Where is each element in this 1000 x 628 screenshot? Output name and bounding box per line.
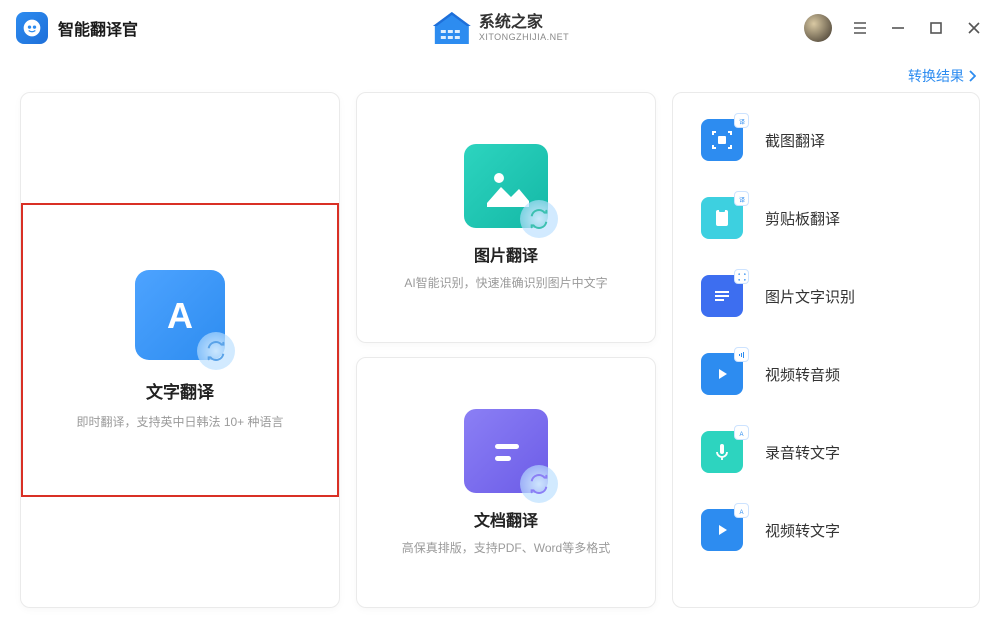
badge-icon: A xyxy=(734,503,749,518)
document-translation-title: 文档翻译 xyxy=(474,507,538,531)
ocr-icon xyxy=(701,275,743,317)
badge-icon xyxy=(734,347,749,362)
clipboard-icon: 译 xyxy=(701,197,743,239)
chevron-right-icon xyxy=(968,70,976,82)
document-translation-icon-wrap xyxy=(464,409,548,493)
side-item-label: 图片文字识别 xyxy=(765,286,855,307)
brand-sub-text: XITONGZHIJIA.NET xyxy=(479,32,569,42)
text-translation-card[interactable]: A 文字翻译 即时翻译，支持英中日韩法 10+ 种语言 xyxy=(20,92,340,608)
svg-text:译: 译 xyxy=(739,118,745,125)
side-item-label: 视频转文字 xyxy=(765,520,840,541)
user-avatar[interactable] xyxy=(804,14,832,42)
swap-icon xyxy=(520,465,558,503)
text-translation-title: 文字翻译 xyxy=(146,378,214,403)
title-bar: 智能翻译官 系统之家 XITONGZHIJIA.NET xyxy=(0,0,1000,56)
badge-icon: 译 xyxy=(734,113,749,128)
maximize-button[interactable] xyxy=(926,18,946,38)
image-translation-card[interactable]: 图片翻译 AI智能识别，快速准确识别图片中文字 xyxy=(356,92,656,343)
svg-text:A: A xyxy=(739,432,743,437)
brand-main-text: 系统之家 xyxy=(479,14,569,32)
side-item-video-to-audio[interactable]: 视频转音频 xyxy=(673,335,979,413)
side-item-video-to-text[interactable]: A 视频转文字 xyxy=(673,491,979,569)
side-item-clipboard-translate[interactable]: 译 剪贴板翻译 xyxy=(673,179,979,257)
side-item-image-ocr[interactable]: 图片文字识别 xyxy=(673,257,979,335)
text-translation-subtitle: 即时翻译，支持英中日韩法 10+ 种语言 xyxy=(76,413,283,431)
swap-icon xyxy=(197,332,235,370)
document-translation-subtitle: 高保真排版，支持PDF、Word等多格式 xyxy=(402,539,610,557)
badge-icon: A xyxy=(734,425,749,440)
mic-icon: A xyxy=(701,431,743,473)
side-panel: 译 截图翻译 译 剪贴板翻译 图片文字识别 视频转音频 xyxy=(672,92,980,608)
side-item-screenshot-translate[interactable]: 译 截图翻译 xyxy=(673,101,979,179)
screenshot-icon: 译 xyxy=(701,119,743,161)
text-translation-icon-wrap: A xyxy=(135,270,225,360)
center-brand: 系统之家 XITONGZHIJIA.NET xyxy=(431,10,569,46)
app-logo-icon xyxy=(16,12,48,44)
app-title: 智能翻译官 xyxy=(58,16,138,40)
video-text-icon: A xyxy=(701,509,743,551)
svg-text:A: A xyxy=(167,295,193,336)
main-content: A 文字翻译 即时翻译，支持英中日韩法 10+ 种语言 图片翻译 AI智能识别，… xyxy=(0,92,1000,628)
badge-icon xyxy=(734,269,749,284)
svg-text:A: A xyxy=(739,510,743,515)
image-translation-subtitle: AI智能识别，快速准确识别图片中文字 xyxy=(404,274,607,292)
minimize-button[interactable] xyxy=(888,18,908,38)
image-translation-icon-wrap xyxy=(464,144,548,228)
side-item-label: 视频转音频 xyxy=(765,364,840,385)
close-button[interactable] xyxy=(964,18,984,38)
document-translation-card[interactable]: 文档翻译 高保真排版，支持PDF、Word等多格式 xyxy=(356,357,656,608)
topbar-link-row: 转换结果 xyxy=(0,56,1000,92)
menu-button[interactable] xyxy=(850,18,870,38)
conversion-results-link[interactable]: 转换结果 xyxy=(908,66,976,86)
window-controls xyxy=(804,14,984,42)
side-item-audio-to-text[interactable]: A 录音转文字 xyxy=(673,413,979,491)
badge-icon: 译 xyxy=(734,191,749,206)
mid-column: 图片翻译 AI智能识别，快速准确识别图片中文字 文档翻译 高保真排版，支持PDF… xyxy=(356,92,656,608)
brand-house-icon xyxy=(431,10,473,46)
image-translation-title: 图片翻译 xyxy=(474,242,538,266)
swap-icon xyxy=(520,200,558,238)
side-item-label: 剪贴板翻译 xyxy=(765,208,840,229)
svg-text:译: 译 xyxy=(739,196,745,203)
side-item-label: 录音转文字 xyxy=(765,442,840,463)
side-item-label: 截图翻译 xyxy=(765,130,825,151)
video-audio-icon xyxy=(701,353,743,395)
conversion-results-label: 转换结果 xyxy=(908,66,964,86)
